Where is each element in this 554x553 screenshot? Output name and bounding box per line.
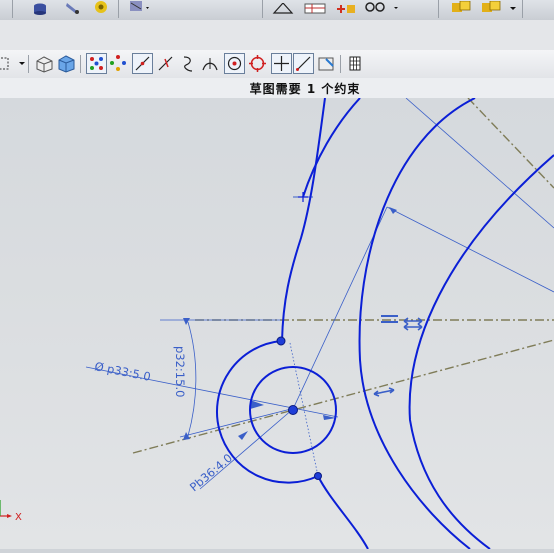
diagonal-icon[interactable] [293,53,314,74]
grid-plus-icon[interactable] [334,0,358,19]
target-icon[interactable] [247,53,268,74]
leader-line [386,206,554,293]
toolbar-separator [522,0,523,18]
toolbar-separator [438,0,439,18]
intersection-marker[interactable] [298,192,308,202]
x-axis-label: X [15,512,22,523]
sketch-canvas[interactable]: Ø p33:5.0 p32:15.0 Pb36:4.0 X [0,97,554,550]
box-wire-icon[interactable] [34,53,55,74]
box-solid-icon[interactable] [56,53,77,74]
sketch-curve[interactable] [302,97,361,198]
offset-dimension-label[interactable]: Pb36:4.0 [187,451,235,495]
rectangle-select-icon[interactable] [0,53,25,74]
sketch-curve[interactable] [281,97,326,342]
crosshair-icon[interactable] [271,53,292,74]
triangle-icon[interactable] [272,0,294,19]
tangent-icon[interactable] [200,53,221,74]
parallel-constraint-icon[interactable] [373,387,395,397]
toolbar-spacer [0,20,554,50]
table-icon[interactable] [304,0,326,19]
gear-icon[interactable] [128,0,152,19]
toolbar-separator [262,0,263,18]
dimension-arrowhead [389,207,397,214]
toolbar-separator [28,55,29,73]
camera-icon[interactable] [316,53,337,74]
toolbar-separator [340,55,341,73]
toolbar-separator [118,0,119,18]
angled-reference-line[interactable] [132,339,554,454]
status-bar: 草图需要 1 个约束 [0,78,554,99]
large-arc[interactable] [358,97,476,550]
grid-icon[interactable] [345,53,366,74]
constraint-status-message: 草图需要 1 个约束 [249,82,361,96]
equal-constraint-icon[interactable] [381,315,423,331]
pen-icon[interactable] [64,0,80,19]
x-axis-arrowhead [7,514,12,518]
sketch-point[interactable] [314,472,322,480]
sketch-drawing[interactable]: Ø p33:5.0 p32:15.0 Pb36:4.0 X [0,97,554,550]
top-toolbar [0,0,554,21]
line-constraint-icon[interactable] [132,53,153,74]
box-right-icon[interactable] [480,0,520,19]
leader-line [405,97,554,229]
radius-dimension-arc [187,321,197,437]
snap-points-icon[interactable] [86,53,107,74]
diagonal-reference-line[interactable] [467,97,554,189]
curve-icon[interactable] [178,53,199,74]
box-left-icon[interactable] [450,0,474,19]
diameter-dimension-label[interactable]: Ø p33:5.0 [93,359,151,384]
sketch-toolbar [0,50,554,79]
database-icon[interactable] [32,0,48,19]
large-arc[interactable] [408,154,554,550]
dimension-arrowhead [238,431,248,440]
circle-center-icon[interactable] [224,53,245,74]
sketch-curve[interactable] [317,475,369,550]
diamond-points-icon[interactable] [108,53,129,74]
lock-icon[interactable] [92,0,110,19]
center-point[interactable] [288,405,298,415]
dimension-arrowhead [250,400,264,409]
radius-dimension-label[interactable]: p32:15.0 [173,346,187,397]
glasses-icon[interactable] [364,0,400,19]
sketch-point[interactable] [276,336,286,346]
toolbar-separator [80,55,81,73]
toolbar-separator [12,0,13,18]
extension-line [179,408,292,438]
slope-icon[interactable] [155,53,176,74]
